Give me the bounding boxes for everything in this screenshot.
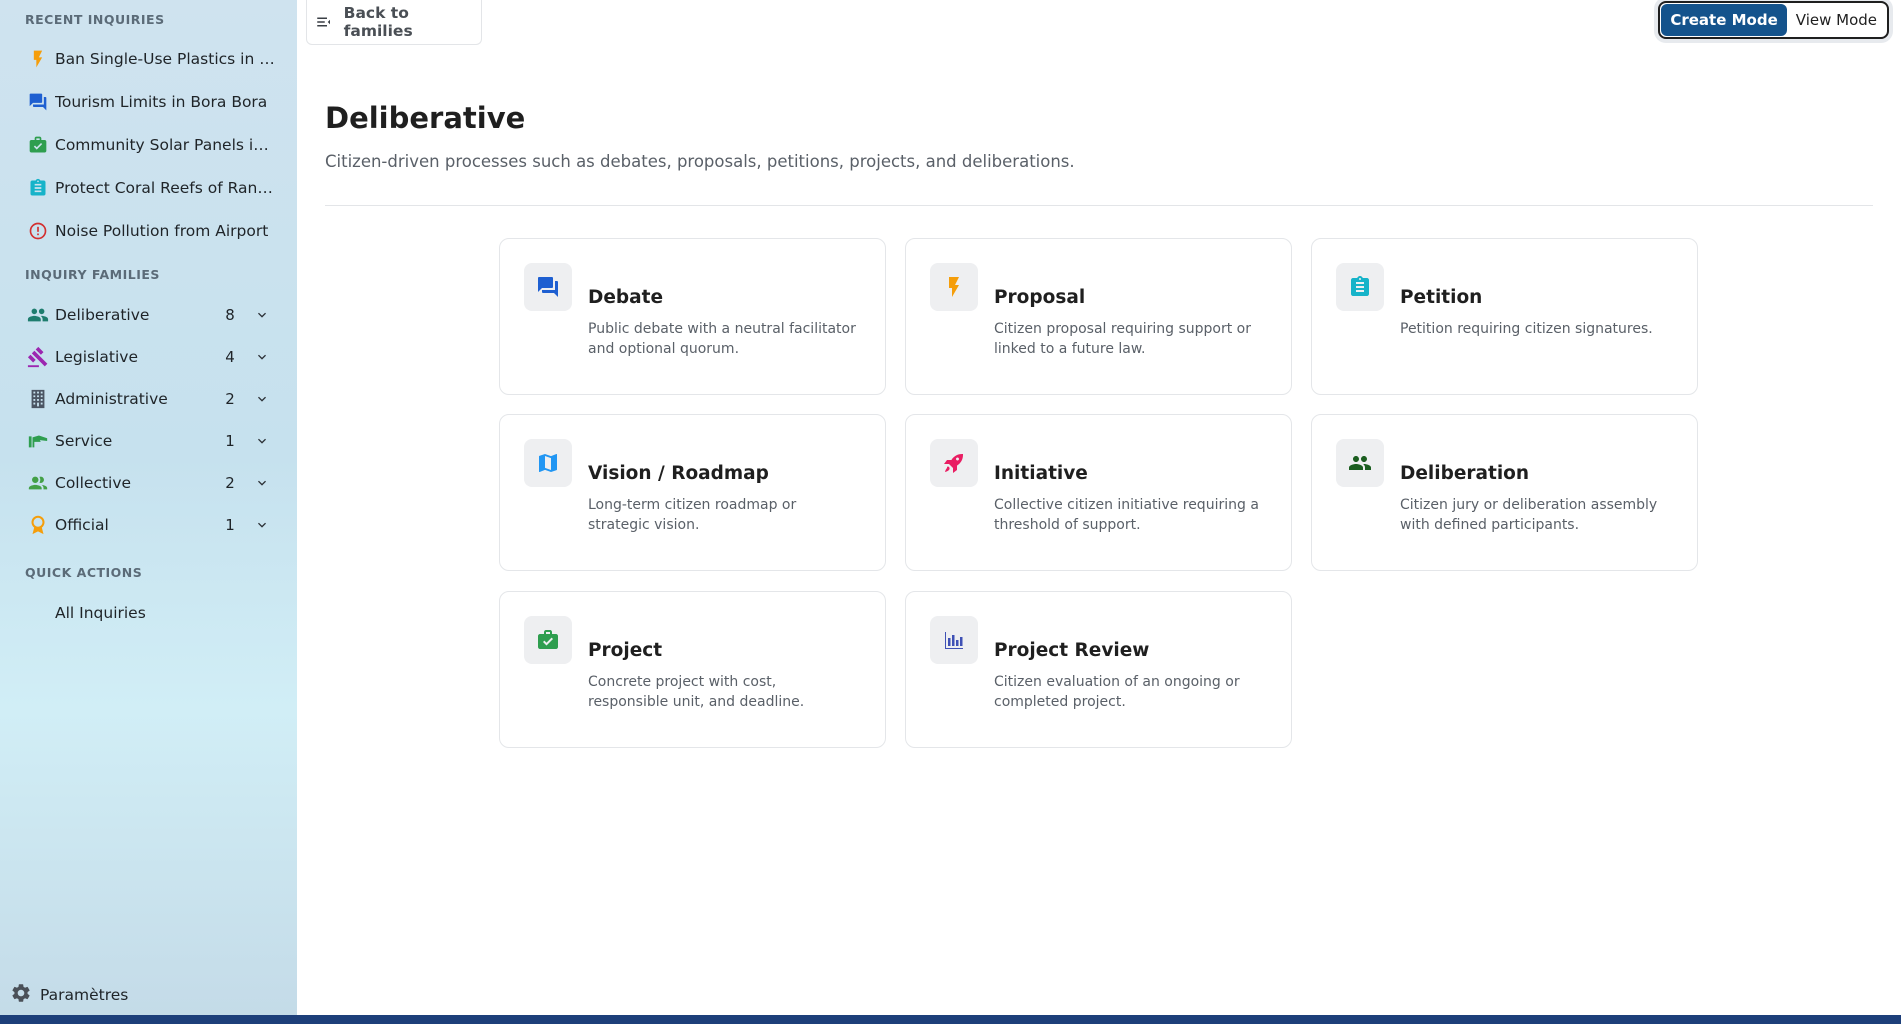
card-description: Citizen evaluation of an ongoing or comp… xyxy=(994,674,1240,710)
map-icon xyxy=(524,439,572,487)
recent-inquiry-label: Protect Coral Reefs of Rangiroa xyxy=(55,179,275,197)
family-label: Administrative xyxy=(55,390,168,408)
card-description: Petition requiring citizen signatures. xyxy=(1400,321,1653,337)
family-label: Collective xyxy=(55,474,132,492)
chevron-down-icon[interactable] xyxy=(252,475,272,491)
recent-inquiry-item[interactable]: Protect Coral Reefs of Rangiroa xyxy=(0,167,297,209)
recent-inquiry-item[interactable]: Noise Pollution from Airport xyxy=(0,210,297,252)
type-card-deliberation[interactable]: Deliberation Citizen jury or deliberatio… xyxy=(1311,414,1698,571)
type-card-proposal[interactable]: Proposal Citizen proposal requiring supp… xyxy=(905,238,1292,395)
settings-button[interactable]: Paramètres xyxy=(10,982,128,1008)
family-item-administrative[interactable]: Administrative 2 xyxy=(0,378,297,420)
sidebar: RECENT INQUIRIES Ban Single-Use Plastics… xyxy=(0,0,297,1015)
building-icon xyxy=(26,387,50,411)
chevron-down-icon[interactable] xyxy=(252,517,272,533)
recent-inquiry-label: Noise Pollution from Airport xyxy=(55,222,269,240)
briefcase-check-icon xyxy=(26,133,50,157)
chevron-down-icon[interactable] xyxy=(252,433,272,449)
family-label: Legislative xyxy=(55,348,139,366)
briefcase-check-icon xyxy=(524,616,572,664)
divider xyxy=(325,205,1873,206)
create-mode-button[interactable]: Create Mode xyxy=(1661,4,1787,36)
bolt-icon xyxy=(26,47,50,71)
view-mode-button[interactable]: View Mode xyxy=(1787,4,1886,36)
quick-actions-heading: QUICK ACTIONS xyxy=(25,565,143,580)
chevron-down-icon[interactable] xyxy=(252,307,272,323)
card-title: Debate xyxy=(588,287,664,308)
clipboard-icon xyxy=(1336,263,1384,311)
card-title: Petition xyxy=(1400,287,1483,308)
settings-label: Paramètres xyxy=(40,986,129,1004)
card-title: Deliberation xyxy=(1400,463,1530,484)
family-label: Deliberative xyxy=(55,306,150,324)
type-card-debate[interactable]: Debate Public debate with a neutral faci… xyxy=(499,238,886,395)
family-item-legislative[interactable]: Legislative 4 xyxy=(0,336,297,378)
clipboard-icon xyxy=(26,176,50,200)
recent-inquiry-label: Tourism Limits in Bora Bora xyxy=(55,93,268,111)
gavel-icon xyxy=(26,345,50,369)
family-label: Service xyxy=(55,432,113,450)
forum-icon xyxy=(26,90,50,114)
card-description: Citizen jury or deliberation assembly wi… xyxy=(1400,497,1658,533)
recent-inquiry-label: Ban Single-Use Plastics in Moorea xyxy=(55,50,275,68)
recent-inquiry-item[interactable]: Tourism Limits in Bora Bora xyxy=(0,81,297,123)
card-title: Initiative xyxy=(994,463,1088,484)
forum-icon xyxy=(524,263,572,311)
type-card-project-review[interactable]: Project Review Citizen evaluation of an … xyxy=(905,591,1292,748)
main-content: Back to families Create Mode View Mode D… xyxy=(297,0,1901,1015)
quick-action-all-inquiries[interactable]: All Inquiries xyxy=(0,592,297,634)
chevron-down-icon[interactable] xyxy=(252,349,272,365)
family-item-collective[interactable]: Collective 2 xyxy=(0,462,297,504)
family-count: 2 xyxy=(225,474,235,492)
inquiry-families-heading: INQUIRY FAMILIES xyxy=(25,267,160,282)
recent-inquiry-item[interactable]: Community Solar Panels in Tahiti xyxy=(0,124,297,166)
card-title: Vision / Roadmap xyxy=(588,463,769,484)
rocket-icon xyxy=(930,439,978,487)
hand-icon xyxy=(26,429,50,453)
quick-action-label: All Inquiries xyxy=(55,604,146,622)
family-item-official[interactable]: Official 1 xyxy=(0,504,297,546)
type-card-vision-roadmap[interactable]: Vision / Roadmap Long-term citizen roadm… xyxy=(499,414,886,571)
card-description: Long-term citizen roadmap or strategic v… xyxy=(588,497,797,533)
family-item-service[interactable]: Service 1 xyxy=(0,420,297,462)
recent-inquiry-item[interactable]: Ban Single-Use Plastics in Moorea xyxy=(0,38,297,80)
family-count: 8 xyxy=(225,306,235,324)
gear-icon xyxy=(10,982,32,1008)
card-description: Concrete project with cost, responsible … xyxy=(588,674,805,710)
bolt-icon xyxy=(930,263,978,311)
mode-toggle: Create Mode View Mode xyxy=(1658,1,1889,39)
page-description: Citizen-driven processes such as debates… xyxy=(325,152,1075,171)
back-to-families-label: Back to families xyxy=(343,3,413,40)
recent-inquiries-heading: RECENT INQUIRIES xyxy=(25,12,165,27)
people-icon xyxy=(26,303,50,327)
award-icon xyxy=(26,513,50,537)
app-window: RECENT INQUIRIES Ban Single-Use Plastics… xyxy=(0,0,1901,1015)
card-description: Citizen proposal requiring support or li… xyxy=(994,321,1251,357)
menu-open-icon xyxy=(313,11,335,33)
recent-inquiry-label: Community Solar Panels in Tahiti xyxy=(55,136,275,154)
bar-chart-icon xyxy=(930,616,978,664)
type-card-petition[interactable]: Petition Petition requiring citizen sign… xyxy=(1311,238,1698,395)
family-count: 4 xyxy=(225,348,235,366)
family-count: 1 xyxy=(225,432,235,450)
group-icon xyxy=(26,471,50,495)
card-description: Public debate with a neutral facilitator… xyxy=(588,321,856,357)
people-icon xyxy=(1336,439,1384,487)
card-title: Proposal xyxy=(994,287,1086,308)
card-title: Project xyxy=(588,640,663,661)
card-description: Collective citizen initiative requiring … xyxy=(994,497,1259,533)
card-title: Project Review xyxy=(994,640,1150,661)
back-to-families-button[interactable]: Back to families xyxy=(306,0,482,45)
family-item-deliberative[interactable]: Deliberative 8 xyxy=(0,294,297,336)
family-label: Official xyxy=(55,516,109,534)
type-card-project[interactable]: Project Concrete project with cost, resp… xyxy=(499,591,886,748)
type-card-initiative[interactable]: Initiative Collective citizen initiative… xyxy=(905,414,1292,571)
alert-circle-icon xyxy=(26,219,50,243)
family-count: 2 xyxy=(225,390,235,408)
page-title: Deliberative xyxy=(325,101,526,135)
chevron-down-icon[interactable] xyxy=(252,391,272,407)
family-count: 1 xyxy=(225,516,235,534)
